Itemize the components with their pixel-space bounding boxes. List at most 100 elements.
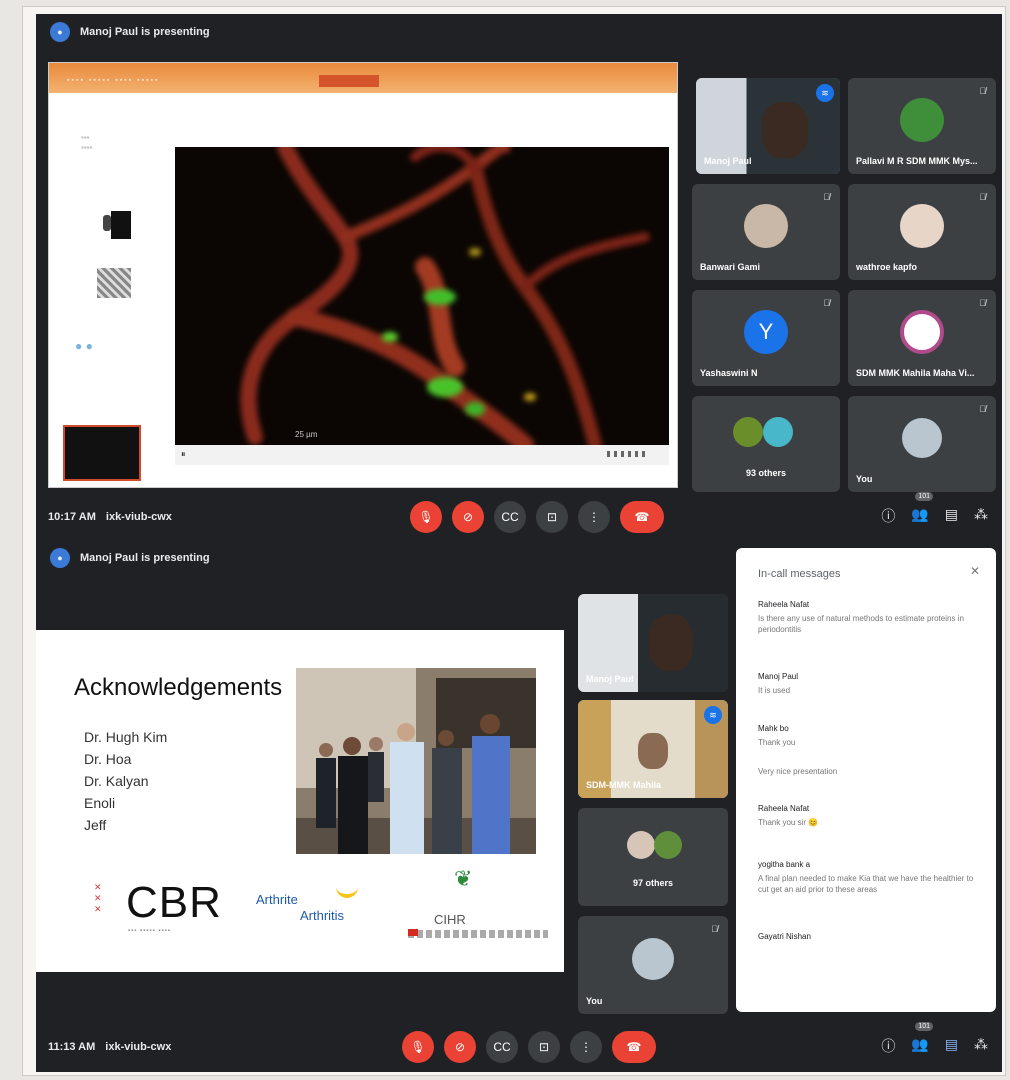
participant-tile[interactable]: 🎙̸ SDM MMK Mahila Maha Vi...	[848, 290, 996, 386]
message-text: Very nice presentation	[758, 767, 838, 776]
leave-call-button[interactable]: ☎	[620, 501, 664, 533]
cbr-subtitle: ▪▪▪ ▪▪▪▪▪ ▪▪▪▪	[128, 928, 171, 934]
slide-thumbnails: ▪▪▪ ▪▪▪▪ ● ●	[55, 103, 145, 483]
right-panel-icons: ⓘ 👥 101 ▤ ⁂	[881, 1022, 988, 1056]
activities-icon[interactable]: ⁂	[974, 506, 988, 526]
participant-tile-others[interactable]: 97 others	[578, 808, 728, 906]
avatar-initial: Y	[744, 310, 788, 355]
speaking-icon: ≋	[816, 84, 834, 102]
thumb-selected	[63, 425, 141, 481]
info-icon[interactable]: ⓘ	[881, 1036, 895, 1056]
avatar	[900, 204, 944, 249]
person-video	[762, 101, 809, 158]
message-text: A final plan needed to make Kia that we …	[758, 874, 974, 894]
ack-name: Dr. Hoa	[84, 751, 132, 767]
chat-icon[interactable]: ▤	[945, 1036, 958, 1056]
avatar-logo	[900, 310, 944, 355]
participant-tile-self[interactable]: 🎙̸ You	[578, 916, 728, 1014]
participant-tile-self[interactable]: 🎙̸ You	[848, 396, 996, 492]
avatar	[902, 418, 942, 459]
participant-tile-manoj-paul[interactable]: Manoj Paul	[578, 594, 728, 692]
participant-tile[interactable]: 🎙̸ Banwari Gami	[692, 184, 840, 280]
cihr-leaf-icon: ❦	[454, 866, 473, 891]
message-sender: Gayatri Nishan	[758, 932, 811, 941]
arthritis-logo-text-1: Arthrite	[256, 892, 298, 907]
meeting-code: ixk-viub-cwx	[105, 511, 172, 523]
slide-title: Acknowledgements	[74, 674, 283, 701]
participant-name: Banwari Gami	[700, 262, 761, 272]
cihr-logo: CIHR	[434, 912, 466, 927]
camera-off-button[interactable]: ⊘	[444, 1031, 476, 1063]
chat-message: Gayatri Nishan	[758, 932, 980, 941]
participant-tile-others[interactable]: 93 others	[692, 396, 840, 492]
thumb-text: ▪▪▪ ▪▪▪▪	[81, 133, 93, 152]
leave-call-button[interactable]: ☎	[612, 1031, 656, 1063]
canada-flag-icon	[408, 929, 418, 936]
message-sender: yogitha bank a	[758, 860, 811, 869]
avatar	[627, 831, 655, 860]
presenting-bar: ● Manoj Paul is presenting	[36, 14, 1002, 50]
microscopy-svg	[240, 147, 650, 445]
ack-name: Dr. Hugh Kim	[84, 729, 168, 745]
chat-icon[interactable]: ▤	[945, 506, 958, 526]
cbr-logo: CBR	[126, 878, 222, 927]
in-call-messages-panel: In-call messages ✕ Raheela Nafat Is ther…	[736, 548, 996, 1012]
meeting-toolbar: 11:13 AM ixk-viub-cwx 🎙 ⊘ CC ⊡ ⋮ ☎ ⓘ 👥 10…	[36, 1022, 1002, 1072]
people-icon[interactable]: 👥 101	[911, 492, 934, 526]
avatar	[900, 98, 944, 143]
participant-tile[interactable]: 🎙̸ wathroe kapfo	[848, 184, 996, 280]
mic-off-button[interactable]: 🎙	[402, 1031, 434, 1063]
microscopy-image: 25 µm	[175, 147, 669, 445]
right-panel-icons: ⓘ 👥 101 ▤ ⁂	[881, 492, 988, 526]
mic-off-button[interactable]: 🎙	[410, 501, 442, 533]
present-button[interactable]: ⊡	[528, 1031, 560, 1063]
video-controls[interactable]: ⏸	[175, 445, 669, 465]
message-text: Thank you sir 😊	[758, 818, 819, 827]
captions-button[interactable]: CC	[486, 1031, 518, 1063]
message-text: It is used	[758, 686, 791, 695]
mic-off-icon: 🎙̸	[979, 86, 986, 96]
camera-off-button[interactable]: ⊘	[452, 501, 484, 533]
participant-name: SDM MMK Mahila Maha Vi...	[856, 368, 975, 378]
more-options-button[interactable]: ⋮	[570, 1031, 602, 1063]
ack-name: Jeff	[84, 817, 107, 833]
participant-tile[interactable]: 🎙̸ Pallavi M R SDM MMK Mys...	[848, 78, 996, 174]
participant-tile[interactable]: Y 🎙̸ Yashaswini N	[692, 290, 840, 386]
cihr-subtitle	[408, 930, 548, 938]
shared-screen-slide: ▪▪▪▪ ▪▪▪▪▪ ▪▪▪▪ ▪▪▪▪▪ ▪▪▪ ▪▪▪▪ ● ● 25 µm…	[48, 62, 678, 488]
play-icon[interactable]: ⏸	[181, 449, 186, 460]
present-button[interactable]: ⊡	[536, 501, 568, 533]
mic-off-icon: 🎙̸	[711, 924, 718, 934]
video-control-icons[interactable]	[607, 451, 647, 457]
meet-screenshot-1: ● Manoj Paul is presenting ▪▪▪▪ ▪▪▪▪▪ ▪▪…	[36, 14, 1002, 542]
participant-name: wathroe kapfo	[856, 262, 918, 272]
ack-name: Dr. Kalyan	[84, 773, 149, 789]
chat-message: Raheela Nafat Is there any use of natura…	[758, 600, 980, 635]
avatar	[632, 938, 674, 981]
person-video	[638, 732, 668, 769]
participants-badge: 101	[915, 492, 934, 501]
ack-name: Enoli	[84, 795, 116, 811]
participant-name: Yashaswini N	[700, 368, 758, 378]
participant-name: Manoj Paul	[704, 156, 752, 166]
others-count: 97 others	[632, 878, 674, 888]
arthritis-logo-text-2: Arthritis	[300, 908, 345, 923]
acknowledgement-list: Dr. Hugh Kim Dr. Hoa Dr. Kalyan Enoli Je…	[84, 726, 167, 836]
avatar	[762, 417, 793, 448]
close-icon[interactable]: ✕	[970, 564, 980, 578]
presenter-avatar-icon: ●	[50, 22, 70, 42]
people-icon[interactable]: 👥 101	[911, 1022, 934, 1056]
message-text: Is there any use of natural methods to e…	[758, 614, 964, 634]
activities-icon[interactable]: ⁂	[974, 1036, 988, 1056]
chat-message: Mahk bo Thank you	[758, 724, 980, 748]
more-options-button[interactable]: ⋮	[578, 501, 610, 533]
others-count: 93 others	[745, 468, 787, 478]
participant-tile-speaking[interactable]: ≋ SDM-MMK Mahila	[578, 700, 728, 798]
captions-button[interactable]: CC	[494, 501, 526, 533]
group-photo	[296, 668, 536, 854]
info-icon[interactable]: ⓘ	[881, 506, 895, 526]
thumb-pattern	[97, 268, 131, 298]
chat-message: Very nice presentation	[758, 762, 980, 777]
avatar	[744, 204, 788, 249]
participant-tile-manoj-paul[interactable]: ≋ Manoj Paul	[696, 78, 840, 174]
